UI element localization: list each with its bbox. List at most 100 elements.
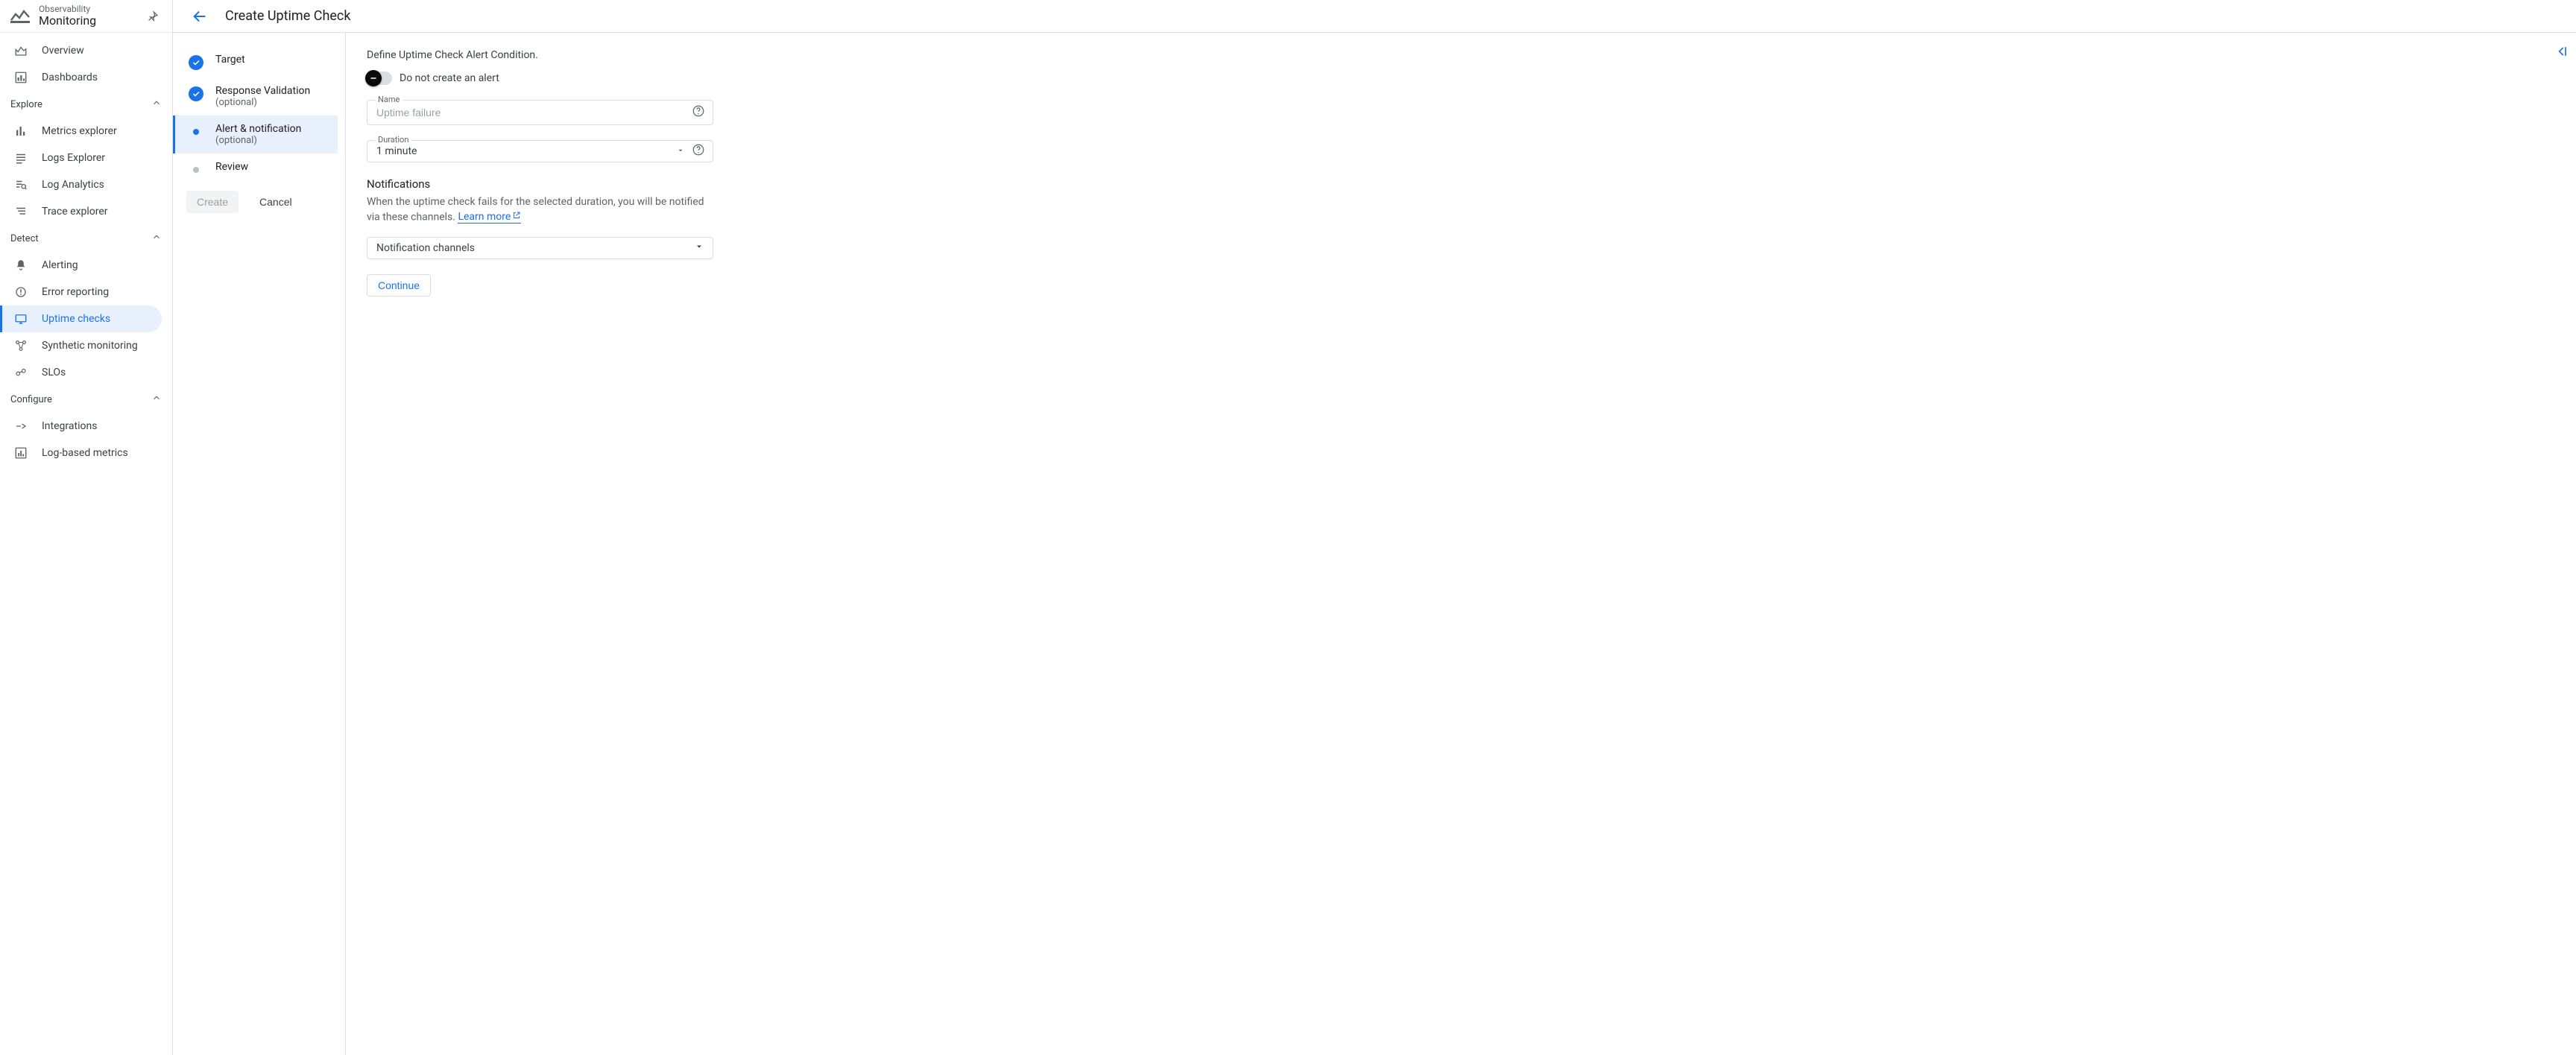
bell-icon bbox=[13, 258, 28, 273]
learn-more-link[interactable]: Learn more bbox=[458, 211, 521, 224]
nav-label: Log-based metrics bbox=[42, 447, 128, 459]
form-title: Define Uptime Check Alert Condition. bbox=[367, 49, 1085, 61]
nav-label: Uptime checks bbox=[42, 313, 110, 325]
form-panel: Define Uptime Check Alert Condition. Do … bbox=[346, 33, 1106, 1055]
nav-section-title: Explore bbox=[10, 99, 42, 110]
do-not-create-alert-toggle[interactable] bbox=[367, 72, 392, 85]
logs-icon bbox=[13, 151, 28, 165]
overview-icon bbox=[13, 43, 28, 58]
nav-section-configure[interactable]: Configure bbox=[0, 386, 172, 413]
step-response-validation[interactable]: Response Validation (optional) bbox=[173, 77, 338, 115]
arrow-left-icon bbox=[192, 8, 208, 25]
step-done-icon bbox=[189, 55, 203, 70]
cancel-button[interactable]: Cancel bbox=[249, 191, 303, 213]
caret-down-icon bbox=[695, 242, 704, 254]
notifications-heading: Notifications bbox=[367, 177, 1085, 191]
nav-alerting[interactable]: Alerting bbox=[0, 252, 162, 279]
notifications-description: When the uptime check fails for the sele… bbox=[367, 195, 713, 225]
stepper: Target Response Validation (optional) bbox=[173, 33, 346, 1055]
nav-integrations[interactable]: Integrations bbox=[0, 413, 162, 440]
product-header: Observability Monitoring bbox=[0, 0, 172, 33]
step-alert-notification[interactable]: Alert & notification (optional) bbox=[173, 115, 338, 153]
nav-label: Dashboards bbox=[42, 72, 98, 83]
nav-label: Error reporting bbox=[42, 286, 109, 298]
product-title: Monitoring bbox=[39, 14, 142, 28]
page-title: Create Uptime Check bbox=[225, 8, 350, 24]
continue-button[interactable]: Continue bbox=[367, 274, 431, 297]
info-panel-toggle[interactable] bbox=[2551, 40, 2573, 63]
nav-log-based-metrics[interactable]: Log-based metrics bbox=[0, 440, 162, 466]
nav-label: Trace explorer bbox=[42, 206, 108, 218]
nav-trace-explorer[interactable]: Trace explorer bbox=[0, 198, 162, 225]
nav-label: SLOs bbox=[42, 367, 66, 378]
duration-field[interactable]: Duration 1 minute bbox=[367, 140, 713, 162]
back-button[interactable] bbox=[188, 4, 212, 28]
step-active-dot-icon bbox=[193, 129, 199, 135]
toggle-off-icon bbox=[365, 70, 382, 86]
nav-label: Synthetic monitoring bbox=[42, 340, 138, 352]
notification-channels-select[interactable]: Notification channels bbox=[367, 237, 713, 259]
notification-channels-placeholder: Notification channels bbox=[376, 242, 475, 254]
nav-section-title: Detect bbox=[10, 233, 39, 244]
field-label: Duration bbox=[375, 135, 411, 145]
duration-value: 1 minute bbox=[376, 145, 417, 157]
name-input[interactable] bbox=[376, 105, 680, 120]
nav-metrics-explorer[interactable]: Metrics explorer bbox=[0, 118, 162, 145]
step-done-icon bbox=[189, 86, 203, 101]
toggle-label: Do not create an alert bbox=[400, 72, 499, 84]
step-target[interactable]: Target bbox=[173, 46, 338, 77]
nav-synthetic-monitoring[interactable]: Synthetic monitoring bbox=[0, 332, 162, 359]
step-sublabel: (optional) bbox=[215, 135, 301, 146]
trace-icon bbox=[13, 204, 28, 219]
nav-slos[interactable]: SLOs bbox=[0, 359, 162, 386]
integrations-icon bbox=[13, 419, 28, 434]
help-icon[interactable] bbox=[692, 104, 705, 121]
help-icon[interactable] bbox=[692, 143, 705, 159]
log-metrics-icon bbox=[13, 446, 28, 460]
nav-label: Alerting bbox=[42, 259, 78, 271]
monitoring-logo-icon bbox=[10, 9, 30, 24]
create-button[interactable]: Create bbox=[186, 191, 239, 213]
chevron-up-icon bbox=[151, 98, 162, 111]
name-field[interactable]: Name bbox=[367, 100, 713, 125]
metrics-icon bbox=[13, 124, 28, 139]
step-sublabel: (optional) bbox=[215, 97, 310, 108]
nav-section-title: Configure bbox=[10, 394, 52, 405]
nav-label: Integrations bbox=[42, 420, 97, 432]
nav-overview[interactable]: Overview bbox=[0, 37, 162, 64]
step-label: Review bbox=[215, 161, 248, 173]
chevron-up-icon bbox=[151, 232, 162, 245]
step-pending-dot-icon bbox=[193, 167, 199, 173]
uptime-icon bbox=[13, 311, 28, 326]
nav-error-reporting[interactable]: Error reporting bbox=[0, 279, 162, 305]
nav-log-analytics[interactable]: Log Analytics bbox=[0, 171, 162, 198]
nav-label: Overview bbox=[42, 45, 84, 57]
log-analytics-icon bbox=[13, 177, 28, 192]
nav-section-detect[interactable]: Detect bbox=[0, 225, 172, 252]
step-review[interactable]: Review bbox=[173, 153, 338, 180]
chevron-up-icon bbox=[151, 393, 162, 406]
dashboards-icon bbox=[13, 70, 28, 85]
synthetic-icon bbox=[13, 338, 28, 353]
step-label: Alert & notification bbox=[215, 123, 301, 135]
nav-label: Metrics explorer bbox=[42, 125, 117, 137]
sidebar-nav: Overview Dashboards Explore Metrics expl… bbox=[0, 33, 172, 466]
nav-dashboards[interactable]: Dashboards bbox=[0, 64, 162, 91]
pin-icon bbox=[147, 10, 159, 22]
step-label: Target bbox=[215, 54, 245, 66]
step-label: Response Validation bbox=[215, 85, 310, 97]
nav-logs-explorer[interactable]: Logs Explorer bbox=[0, 145, 162, 171]
slo-icon bbox=[13, 365, 28, 380]
field-label: Name bbox=[375, 95, 402, 104]
external-link-icon bbox=[512, 210, 521, 225]
panel-collapse-icon bbox=[2554, 44, 2569, 59]
caret-down-icon bbox=[677, 145, 684, 157]
left-sidebar: Observability Monitoring Overview Dashbo… bbox=[0, 0, 173, 1055]
nav-label: Log Analytics bbox=[42, 179, 104, 191]
nav-section-explore[interactable]: Explore bbox=[0, 91, 172, 118]
nav-uptime-checks[interactable]: Uptime checks bbox=[0, 305, 162, 332]
topbar: Create Uptime Check bbox=[173, 0, 2576, 33]
error-icon bbox=[13, 285, 28, 300]
nav-label: Logs Explorer bbox=[42, 152, 105, 164]
pin-sidebar-button[interactable] bbox=[142, 6, 163, 27]
